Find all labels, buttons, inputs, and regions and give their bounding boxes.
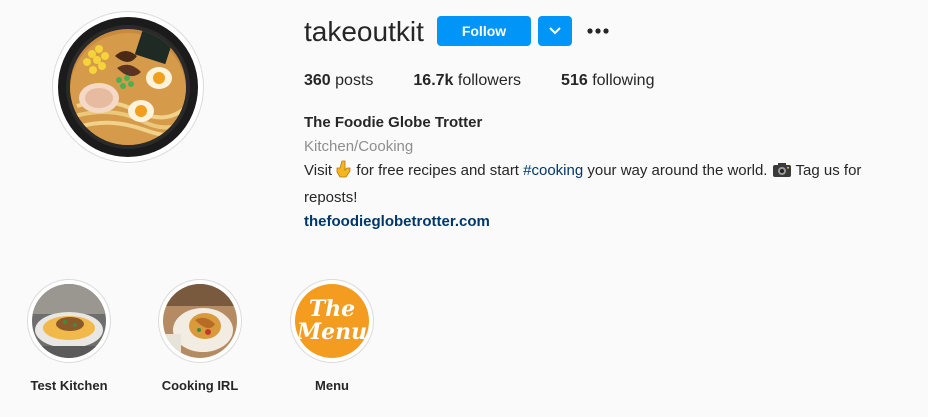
highlight-cover[interactable]: [158, 279, 242, 363]
profile-bio: The Foodie Globe Trotter Kitchen/Cooking…: [304, 111, 914, 234]
pointing-down-icon: [336, 160, 352, 186]
food-photo-icon: [32, 284, 106, 358]
follow-button[interactable]: Follow: [437, 16, 531, 46]
bio-text-part: for free recipes and start: [352, 162, 524, 179]
profile-username: takeoutkit: [304, 16, 424, 47]
profile-website-link[interactable]: thefoodieglobetrotter.com: [304, 210, 914, 234]
followers-label[interactable]: followers: [458, 72, 521, 89]
more-options-icon: [587, 28, 609, 34]
highlight-menu[interactable]: The Menu Menu: [282, 279, 382, 394]
posts-count: 360: [304, 72, 331, 89]
suggested-dropdown-button[interactable]: [538, 16, 572, 46]
highlight-label[interactable]: Cooking IRL: [150, 378, 250, 394]
posts-label: posts: [335, 72, 374, 89]
profile-avatar[interactable]: [52, 11, 204, 163]
hashtag-link[interactable]: #cooking: [523, 162, 583, 179]
chevron-down-icon: [549, 27, 561, 35]
more-options-button[interactable]: [584, 20, 612, 42]
bio-text: Visit for free recipes and start #cookin…: [304, 159, 914, 210]
highlight-label[interactable]: Test Kitchen: [19, 378, 119, 394]
ramen-bowl-avatar: [58, 17, 198, 157]
followers-count[interactable]: 16.7k: [413, 72, 453, 89]
profile-stats: 360 posts 16.7k followers 516 following: [304, 70, 694, 92]
highlight-label[interactable]: Menu: [282, 378, 382, 394]
menu-cover-text: The: [308, 296, 356, 322]
profile-category: Kitchen/Cooking: [304, 138, 414, 155]
following-stat[interactable]: 516 following: [561, 70, 654, 92]
camera-icon: [772, 162, 792, 186]
menu-cover-text: Menu: [296, 319, 368, 345]
profile-full-name: The Foodie Globe Trotter: [304, 114, 483, 131]
menu-cover-image: The Menu: [295, 284, 369, 358]
highlight-cover[interactable]: [27, 279, 111, 363]
following-count[interactable]: 516: [561, 72, 588, 89]
highlight-cover[interactable]: The Menu: [290, 279, 374, 363]
highlight-test-kitchen[interactable]: Test Kitchen: [19, 279, 119, 394]
followers-stat[interactable]: 16.7k followers: [413, 70, 521, 92]
posts-stat: 360 posts: [304, 70, 373, 92]
bio-text-part: your way around the world.: [583, 162, 772, 179]
highlight-cooking-irl[interactable]: Cooking IRL: [150, 279, 250, 394]
bio-text-part: Visit: [304, 162, 337, 179]
food-photo-icon: [163, 284, 237, 358]
following-label[interactable]: following: [592, 72, 654, 89]
